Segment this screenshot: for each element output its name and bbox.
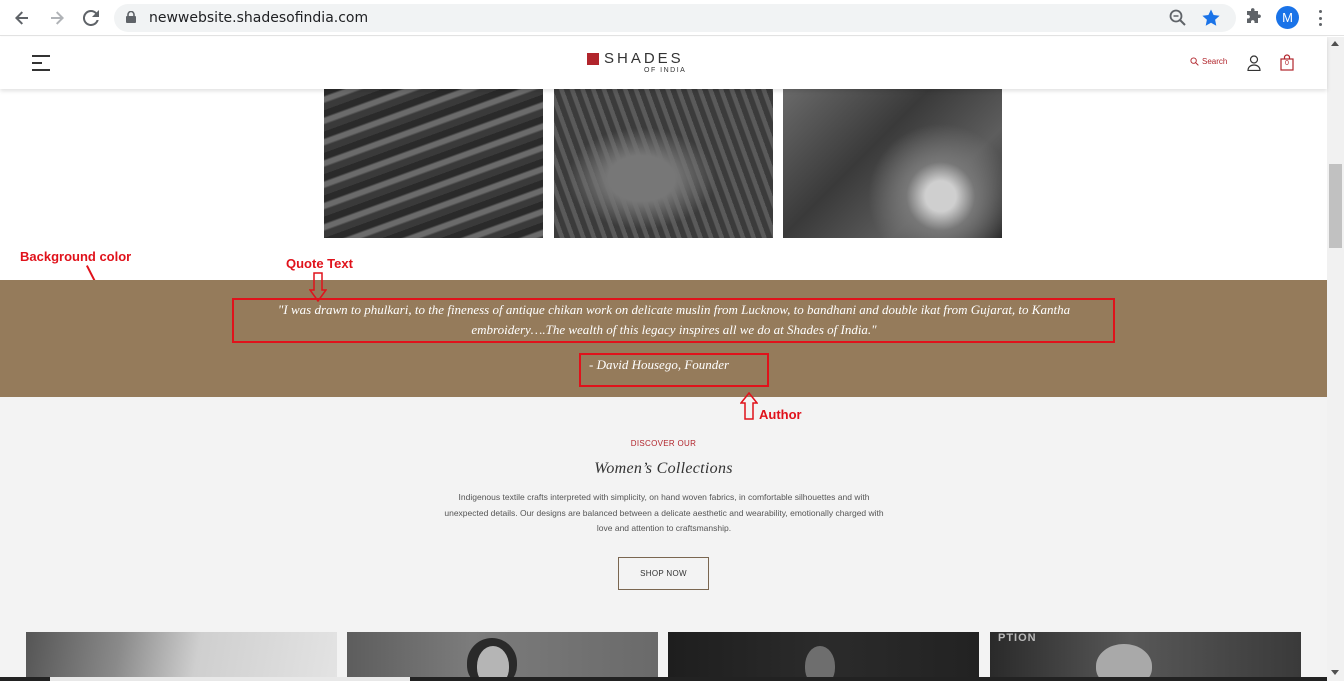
quote-author: - David Housego, Founder xyxy=(589,357,730,372)
annotation-arrow-up-icon xyxy=(740,392,758,420)
more-icon[interactable] xyxy=(1312,8,1328,28)
reload-icon[interactable] xyxy=(79,6,103,30)
fabric-image-1 xyxy=(324,89,543,238)
browser-toolbar: newwebsite.shadesofindia.com M xyxy=(0,0,1344,36)
collection-thumb-2[interactable] xyxy=(347,632,658,681)
back-icon[interactable] xyxy=(10,6,34,30)
site-header: SHADES OF INDIA Search 0 xyxy=(0,37,1327,89)
model-face xyxy=(1096,644,1152,681)
cart-count: 0 xyxy=(1285,60,1289,67)
lock-icon xyxy=(126,11,136,23)
url-text: newwebsite.shadesofindia.com xyxy=(149,10,369,26)
menu-icon[interactable] xyxy=(32,55,50,71)
quote-text: "I was drawn to phulkari, to the finenes… xyxy=(277,302,1071,337)
horizontal-scroll-thumb[interactable] xyxy=(50,677,410,681)
cart-button[interactable]: 0 xyxy=(1280,54,1294,71)
fabric-image-3 xyxy=(783,89,1002,238)
address-bar[interactable]: newwebsite.shadesofindia.com xyxy=(114,4,1236,32)
logo-text: SHADES xyxy=(604,50,684,67)
logo-mark xyxy=(587,53,599,65)
thumb-overlay-text: PTION xyxy=(998,632,1037,644)
account-icon[interactable] xyxy=(1247,55,1261,71)
profile-avatar[interactable]: M xyxy=(1276,6,1299,29)
shop-now-button[interactable]: SHOP NOW xyxy=(618,557,709,590)
annotation-author: Author xyxy=(759,407,802,422)
annotation-quote-text: Quote Text xyxy=(286,256,353,271)
annotation-arrow-down-icon xyxy=(309,272,327,302)
page-scrollbar[interactable] xyxy=(1327,37,1344,681)
section-eyebrow: DISCOVER OUR xyxy=(630,439,697,448)
search-label: Search xyxy=(1202,57,1228,66)
scroll-up-arrow[interactable] xyxy=(1331,41,1339,46)
search-button[interactable]: Search xyxy=(1190,57,1227,66)
collection-thumb-1[interactable] xyxy=(26,632,337,681)
model-face xyxy=(805,646,835,681)
collection-thumb-4[interactable]: PTION xyxy=(990,632,1301,681)
forward-icon[interactable] xyxy=(45,6,69,30)
bookmark-star-icon[interactable] xyxy=(1201,8,1221,28)
logo-subtext: OF INDIA xyxy=(644,67,687,74)
annotation-background-color: Background color xyxy=(20,249,132,264)
extensions-icon[interactable] xyxy=(1242,6,1264,28)
fabric-image-2 xyxy=(554,89,773,238)
scroll-thumb[interactable] xyxy=(1329,164,1342,248)
section-title: Women’s Collections xyxy=(594,460,733,477)
zoom-icon[interactable] xyxy=(1168,8,1188,28)
collection-thumb-3[interactable] xyxy=(668,632,979,681)
model-face xyxy=(477,646,509,681)
scroll-down-arrow[interactable] xyxy=(1331,670,1339,675)
search-icon xyxy=(1190,57,1199,66)
section-description: Indigenous textile crafts interpreted wi… xyxy=(444,492,884,533)
